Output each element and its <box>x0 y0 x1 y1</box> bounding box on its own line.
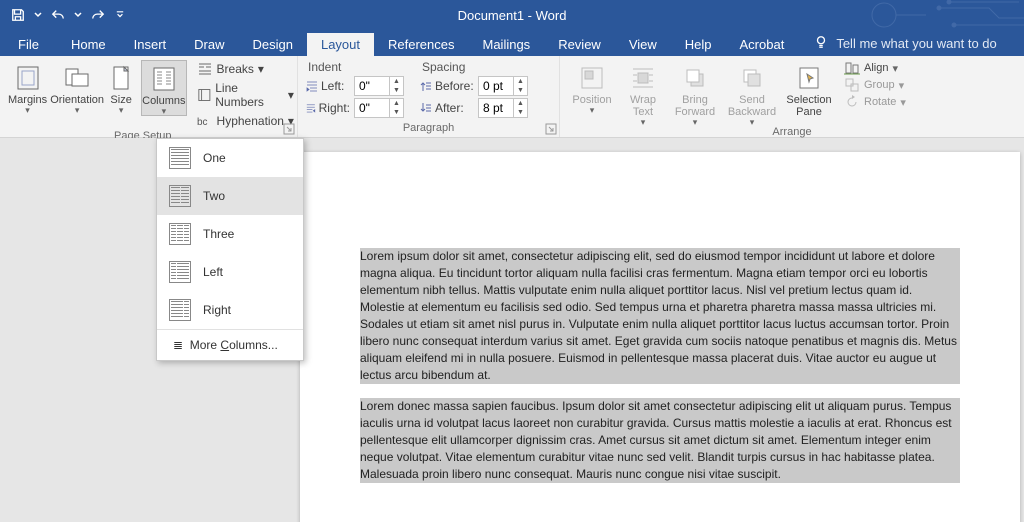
circuit-decoration <box>854 0 1024 30</box>
columns-option-one[interactable]: One <box>157 139 303 177</box>
group-page-setup: Margins ▾ Orientation ▾ Size ▾ Columns ▾ <box>0 56 298 137</box>
three-column-icon <box>169 223 191 245</box>
undo-icon[interactable] <box>50 7 66 23</box>
columns-option-left[interactable]: Left <box>157 253 303 291</box>
group-label-paragraph: Paragraph <box>306 122 551 135</box>
margins-icon <box>14 64 42 92</box>
chevron-down-icon: ▾ <box>162 107 167 115</box>
wrap-text-icon <box>629 64 657 92</box>
tab-layout[interactable]: Layout <box>307 33 374 56</box>
tell-me-label: Tell me what you want to do <box>836 36 996 51</box>
one-column-icon <box>169 147 191 169</box>
ribbon-tabs: File Home Insert Draw Design Layout Refe… <box>0 30 1024 56</box>
window-title: Document1 - Word <box>458 8 567 23</box>
rotate-icon <box>844 94 860 110</box>
undo-more-icon[interactable] <box>74 7 82 23</box>
tab-design[interactable]: Design <box>239 33 307 56</box>
redo-icon[interactable] <box>90 7 106 23</box>
spacing-after-label: After: <box>420 101 474 115</box>
tab-home[interactable]: Home <box>57 33 120 56</box>
tab-references[interactable]: References <box>374 33 468 56</box>
paragraph-launcher-icon[interactable] <box>545 123 557 135</box>
tab-file[interactable]: File <box>0 33 57 56</box>
breaks-button[interactable]: Breaks ▾ <box>195 60 296 78</box>
indent-right-label: Right: <box>306 101 350 115</box>
group-button: Group ▾ <box>844 77 906 93</box>
position-button: Position▾ <box>568 60 616 114</box>
spacing-before-label: Before: <box>420 79 474 93</box>
columns-option-right[interactable]: Right <box>157 291 303 329</box>
tab-mailings[interactable]: Mailings <box>469 33 545 56</box>
tab-draw[interactable]: Draw <box>180 33 238 56</box>
send-backward-button: Send Backward▾ <box>726 60 778 126</box>
selection-pane-button[interactable]: Selection Pane <box>784 60 834 118</box>
position-icon <box>578 64 606 92</box>
tab-help[interactable]: Help <box>671 33 726 56</box>
indent-left-input[interactable]: ▲▼ <box>354 76 404 96</box>
size-button[interactable]: Size ▾ <box>107 60 135 114</box>
columns-option-more[interactable]: ≣ More Columns... <box>157 330 303 360</box>
page[interactable]: Lorem ipsum dolor sit amet, consectetur … <box>300 152 1020 522</box>
columns-icon <box>150 65 178 93</box>
lightbulb-icon <box>814 35 828 52</box>
document-area: Lorem ipsum dolor sit amet, consectetur … <box>0 138 1024 522</box>
size-icon <box>107 64 135 92</box>
tab-acrobat[interactable]: Acrobat <box>726 33 799 56</box>
tell-me[interactable]: Tell me what you want to do <box>808 31 1002 56</box>
rotate-button: Rotate ▾ <box>844 94 906 110</box>
orientation-button[interactable]: Orientation ▾ <box>53 60 101 114</box>
columns-option-three[interactable]: Three <box>157 215 303 253</box>
title-bar: Document1 - Word <box>0 0 1024 30</box>
spacing-before-input[interactable]: ▲▼ <box>478 76 528 96</box>
quick-access-toolbar <box>0 7 124 23</box>
group-paragraph: Indent Left: ▲▼ Right: ▲▼ Spacing Before… <box>298 56 560 137</box>
indent-right-input[interactable]: ▲▼ <box>354 98 404 118</box>
wrap-text-button: Wrap Text▾ <box>622 60 664 126</box>
ribbon: Margins ▾ Orientation ▾ Size ▾ Columns ▾ <box>0 56 1024 138</box>
tab-view[interactable]: View <box>615 33 671 56</box>
bring-forward-button: Bring Forward▾ <box>670 60 720 126</box>
group-arrange: Position▾ Wrap Text▾ Bring Forward▾ Send… <box>560 56 1024 137</box>
columns-dropdown: One Two Three Left Right ≣ More Columns.… <box>156 138 304 361</box>
page-setup-launcher-icon[interactable] <box>283 123 295 135</box>
svg-text:bc: bc <box>197 117 208 128</box>
indent-heading: Indent <box>306 60 404 74</box>
align-icon <box>844 60 860 76</box>
tab-insert[interactable]: Insert <box>120 33 181 56</box>
spacing-after-input[interactable]: ▲▼ <box>478 98 528 118</box>
hyphenation-icon: bc <box>197 113 213 129</box>
paragraph-2[interactable]: Lorem donec massa sapien faucibus. Ipsum… <box>360 398 960 483</box>
spacing-heading: Spacing <box>420 60 528 74</box>
paragraph-1[interactable]: Lorem ipsum dolor sit amet, consectetur … <box>360 248 960 384</box>
chevron-down-icon: ▾ <box>119 106 124 114</box>
selection-pane-icon <box>795 64 823 92</box>
indent-left-label: Left: <box>306 79 350 93</box>
chevron-down-icon: ▾ <box>25 106 30 114</box>
chevron-down-icon: ▾ <box>75 106 80 114</box>
breaks-icon <box>197 61 213 77</box>
line-numbers-icon <box>197 87 212 103</box>
group-icon <box>844 77 860 93</box>
bring-forward-icon <box>681 64 709 92</box>
qat-customize-icon[interactable] <box>116 7 124 23</box>
right-column-icon <box>169 299 191 321</box>
save-icon[interactable] <box>10 7 26 23</box>
two-column-icon <box>169 185 191 207</box>
left-column-icon <box>169 261 191 283</box>
columns-option-two[interactable]: Two <box>157 177 303 215</box>
send-backward-icon <box>738 64 766 92</box>
qat-more-icon[interactable] <box>34 7 42 23</box>
hyphenation-button[interactable]: bc Hyphenation ▾ <box>195 112 296 130</box>
tab-review[interactable]: Review <box>544 33 615 56</box>
columns-button[interactable]: Columns ▾ <box>141 60 186 116</box>
line-numbers-button[interactable]: Line Numbers ▾ <box>195 80 296 110</box>
orientation-icon <box>63 64 91 92</box>
margins-button[interactable]: Margins ▾ <box>8 60 47 114</box>
align-button[interactable]: Align ▾ <box>844 60 906 76</box>
